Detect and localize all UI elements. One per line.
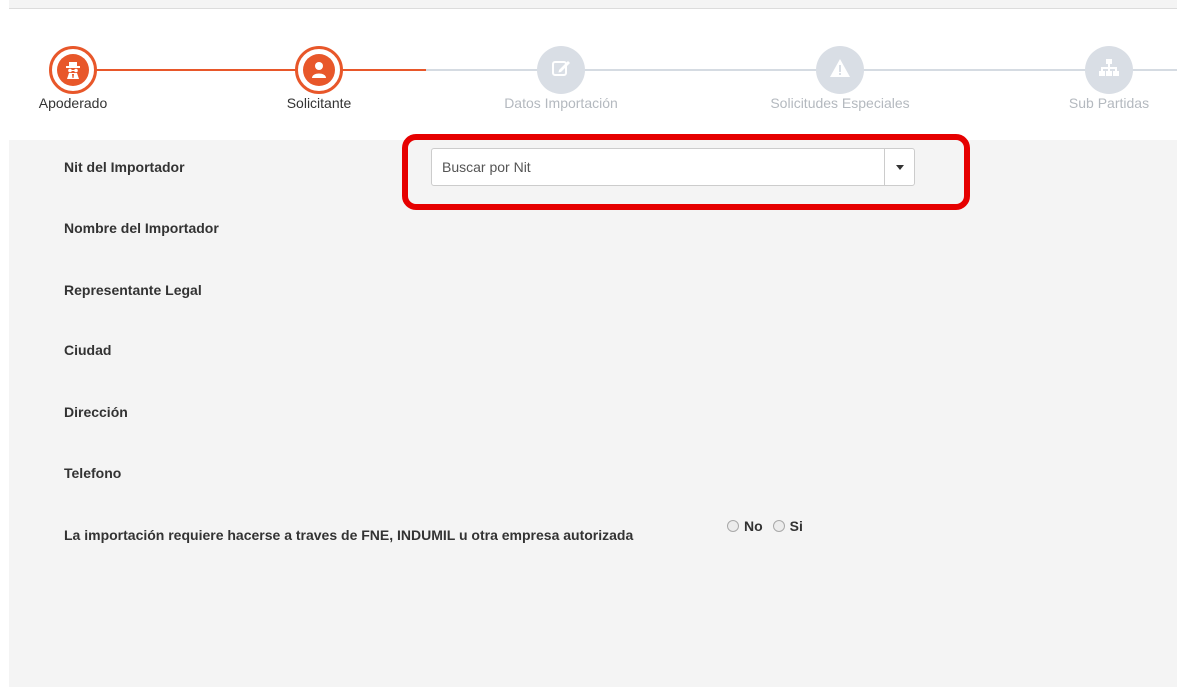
solicitante-form: Nit del Importador Buscar por Nit Nombre… [9,140,1177,687]
nit-label: Nit del Importador [64,159,185,175]
step-circle [1085,46,1133,94]
spy-icon [57,54,89,86]
step-solicitudes-especiales[interactable]: Solicitudes Especiales [760,9,920,140]
step-sub-partidas[interactable]: Sub Partidas [1029,9,1177,140]
step-circle [816,46,864,94]
step-apoderado[interactable]: Apoderado [0,9,153,140]
step-label: Solicitante [286,95,352,111]
nit-search-select[interactable]: Buscar por Nit [431,148,915,186]
chevron-down-icon [895,164,904,170]
sitemap-icon [1098,57,1120,84]
radio-option-si[interactable]: Si [772,518,803,534]
direccion-label: Dirección [64,404,128,420]
user-icon [303,54,335,86]
fne-question-label: La importación requiere hacerse a traves… [64,527,634,543]
nit-search-placeholder: Buscar por Nit [442,159,531,175]
step-label: Apoderado [38,95,108,111]
warning-icon [829,57,851,84]
radio-no-label: No [744,518,763,534]
top-strip [9,0,1177,8]
wizard-stepper: Apoderado Solicitante Datos Importación [9,9,1177,140]
step-label: Sub Partidas [1068,95,1150,111]
step-circle [49,46,97,94]
step-circle [295,46,343,94]
fne-radio-group: No Si [727,518,813,534]
nombre-importador-label: Nombre del Importador [64,220,219,236]
telefono-label: Telefono [64,465,122,481]
step-circle [537,46,585,94]
step-solicitante[interactable]: Solicitante [239,9,399,140]
radio-option-no[interactable]: No [727,518,763,534]
step-datos-importacion[interactable]: Datos Importación [481,9,641,140]
radio-si[interactable] [772,520,785,532]
step-label: Datos Importación [504,95,618,111]
dropdown-toggle[interactable] [884,149,914,185]
radio-no[interactable] [727,520,739,532]
ciudad-label: Ciudad [64,342,112,358]
representante-legal-label: Representante Legal [64,282,202,298]
edit-icon [550,57,572,84]
radio-si-label: Si [789,518,803,534]
step-label: Solicitudes Especiales [770,95,910,111]
